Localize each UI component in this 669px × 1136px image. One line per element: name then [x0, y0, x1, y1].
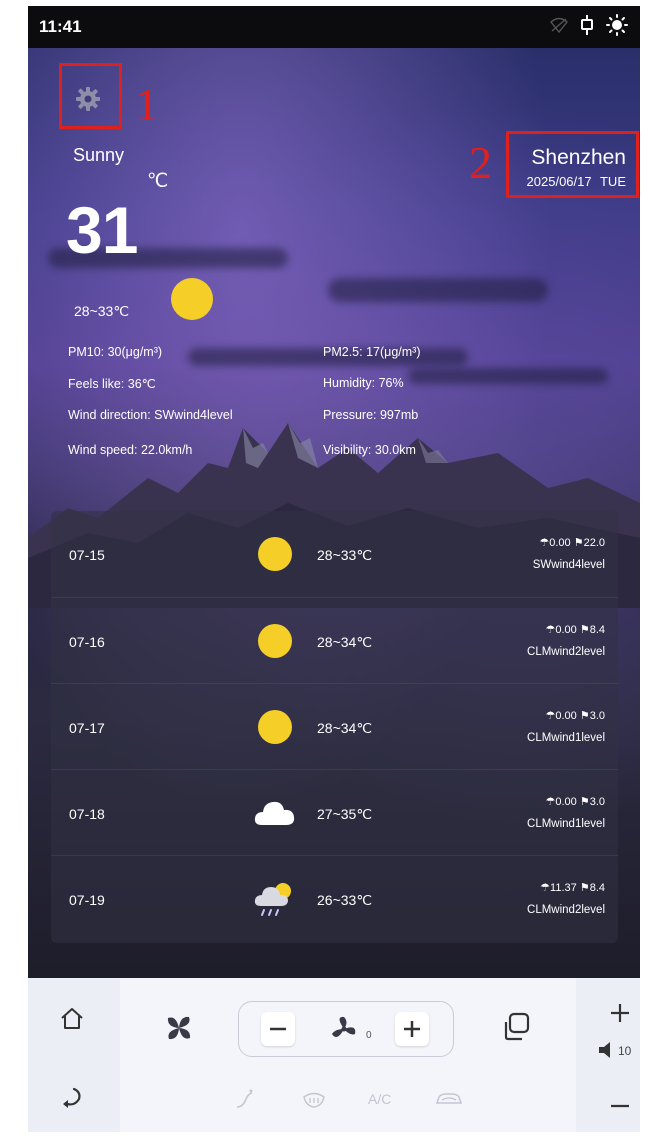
forecast-wind-level: CLMwind2level — [527, 904, 605, 916]
usb-icon — [580, 15, 594, 40]
volume-down-icon[interactable] — [609, 1096, 631, 1114]
forecast-temp: 27~35℃ — [317, 806, 373, 822]
wind-flag-icon: ⚑ — [579, 710, 590, 722]
forecast-row: 07-19 26~33℃ ☂11.37 ⚑8.4 CLMwind2level — [51, 855, 618, 942]
pm25-value: PM2.5: 17(μg/m³) — [323, 345, 421, 359]
forecast-wind: 22.0 — [583, 537, 605, 549]
status-bar: 11:41 — [28, 6, 640, 48]
car-recirculation-icon[interactable] — [434, 1088, 464, 1115]
temperature-unit: ℃ — [147, 171, 169, 192]
fan-speed-plus-button[interactable] — [395, 1012, 429, 1046]
plus-icon — [404, 1021, 420, 1037]
status-time: 11:41 — [39, 17, 82, 36]
wind-flag-icon: ⚑ — [579, 882, 590, 894]
minus-icon — [270, 1027, 286, 1031]
forecast-rain-wind: ☂0.00 ⚑3.0 — [545, 709, 605, 722]
forecast-rain: 0.00 — [555, 624, 577, 636]
pressure-value: Pressure: 997mb — [323, 408, 419, 422]
settings-gear-icon[interactable] — [75, 86, 101, 112]
city-name[interactable]: Shenzhen — [531, 146, 626, 170]
cloud-icon — [254, 801, 295, 825]
umbrella-icon: ☂ — [545, 624, 556, 636]
forecast-rain-wind: ☂11.37 ⚑8.4 — [540, 881, 605, 894]
forecast-temp: 26~33℃ — [317, 892, 373, 908]
umbrella-icon: ☂ — [539, 537, 550, 549]
back-icon[interactable] — [59, 1084, 85, 1115]
sun-icon — [258, 710, 292, 744]
weather-condition: Sunny — [73, 145, 125, 165]
forecast-rain-wind: ☂0.00 ⚑22.0 — [539, 536, 605, 549]
sun-icon — [171, 278, 213, 320]
forecast-date: 07-15 — [69, 547, 105, 563]
forecast-rain: 11.37 — [550, 882, 577, 894]
annotation-label-2: 2 — [469, 137, 492, 188]
forecast-wind: 8.4 — [589, 882, 605, 894]
pm10-value: PM10: 30(μg/m³) — [68, 345, 163, 359]
brightness-icon — [606, 14, 628, 41]
fan-speed-minus-button[interactable] — [261, 1012, 295, 1046]
forecast-wind-level: CLMwind1level — [527, 732, 605, 744]
umbrella-icon: ☂ — [545, 796, 556, 808]
forecast-wind: 3.0 — [589, 710, 605, 722]
umbrella-icon: ☂ — [540, 882, 551, 894]
recent-apps-icon[interactable] — [500, 1011, 532, 1048]
volume-icon — [596, 1041, 614, 1064]
fan-speed-control — [238, 1001, 454, 1057]
annotation-label-1: 1 — [135, 79, 158, 130]
feels-like-value: Feels like: 36℃ — [68, 377, 156, 391]
forecast-temp: 28~34℃ — [317, 634, 373, 650]
forecast-rain: 0.00 — [555, 710, 577, 722]
forecast-wind: 3.0 — [589, 796, 605, 808]
forecast-date: 07-18 — [69, 806, 105, 822]
forecast-rain: 0.00 — [555, 796, 577, 808]
volume-value: 10 — [618, 1044, 632, 1058]
bottom-control-bar: 0 10 A/C — [28, 978, 640, 1132]
forecast-wind: 8.4 — [589, 624, 605, 636]
forecast-date: 07-19 — [69, 892, 105, 908]
forecast-date: 07-16 — [69, 634, 105, 650]
wind-speed-value: Wind speed: 22.0km/h — [68, 443, 193, 457]
forecast-list: 07-15 28~33℃ ☂0.00 ⚑22.0 SWwind4level 07… — [51, 511, 618, 943]
forecast-row: 07-15 28~33℃ ☂0.00 ⚑22.0 SWwind4level — [51, 511, 618, 597]
ac-button[interactable]: A/C — [368, 1091, 391, 1107]
forecast-row: 07-17 28~34℃ ☂0.00 ⚑3.0 CLMwind1level — [51, 683, 618, 770]
forecast-temp: 28~33℃ — [317, 547, 373, 563]
fan-icon[interactable] — [164, 1013, 194, 1048]
forecast-wind-level: CLMwind1level — [527, 818, 605, 830]
sun-icon — [258, 537, 292, 571]
home-icon[interactable] — [59, 1006, 85, 1037]
heater-icon[interactable] — [234, 1088, 256, 1115]
forecast-rain-wind: ☂0.00 ⚑3.0 — [545, 795, 605, 808]
wind-flag-icon: ⚑ — [579, 796, 590, 808]
humidity-value: Humidity: 76% — [323, 376, 404, 390]
sun-icon — [258, 624, 292, 658]
wifi-off-icon — [550, 17, 568, 38]
forecast-wind-level: CLMwind2level — [527, 646, 605, 658]
umbrella-icon: ☂ — [545, 710, 556, 722]
forecast-row: 07-18 27~35℃ ☂0.00 ⚑3.0 CLMwind1level — [51, 769, 618, 856]
wind-flag-icon: ⚑ — [579, 624, 590, 636]
defrost-icon[interactable] — [302, 1088, 326, 1115]
screen: 11:41 1 2 Shenzhen 2025/06/17 TUE Sunny … — [28, 6, 640, 1132]
forecast-rain: 0.00 — [549, 537, 571, 549]
forecast-temp: 28~34℃ — [317, 720, 373, 736]
visibility-value: Visibility: 30.0km — [323, 443, 416, 457]
wind-flag-icon: ⚑ — [573, 537, 584, 549]
forecast-rain-wind: ☂0.00 ⚑8.4 — [545, 623, 605, 636]
temperature-range: 28~33℃ — [74, 303, 130, 319]
fan-level-value: 0 — [366, 1030, 372, 1041]
forecast-row: 07-16 28~34℃ ☂0.00 ⚑8.4 CLMwind2level — [51, 597, 618, 684]
forecast-date: 07-17 — [69, 720, 105, 736]
wind-direction-value: Wind direction: SWwind4level — [68, 408, 233, 422]
current-date: 2025/06/17 TUE — [526, 174, 626, 189]
current-temperature: 31 — [66, 193, 138, 267]
forecast-wind-level: SWwind4level — [532, 559, 605, 571]
fan-speed-icon — [327, 1014, 361, 1049]
rain-sun-icon — [254, 883, 291, 916]
volume-up-icon[interactable] — [609, 1002, 631, 1029]
